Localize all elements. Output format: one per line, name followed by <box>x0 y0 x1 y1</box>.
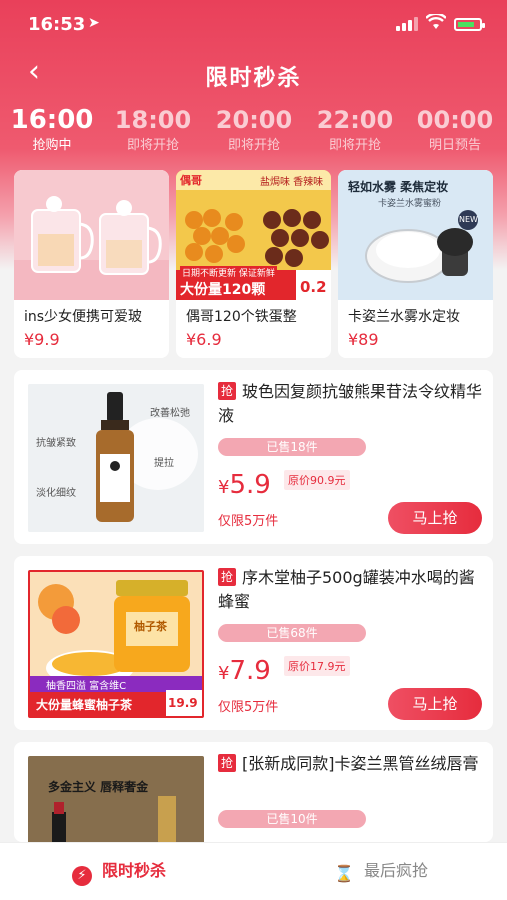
setting-powder-image: 轻如水雾 柔焦定妆 卡姿兰水雾蜜粉 NEW <box>338 170 493 300</box>
serum-text-r2: 提拉 <box>154 458 174 469</box>
tab-2000[interactable]: 20:00 即将开抢 <box>204 104 304 156</box>
tab-time: 20:00 <box>215 106 293 134</box>
glass-cup-image <box>14 170 169 300</box>
deal-title: 抢玻色因复颜抗皱熊果苷法令纹精华液 <box>218 380 488 428</box>
featured-price: ¥89 <box>348 330 379 349</box>
bottom-tab-bar: ⚡ 限时秒杀 ⌛ 最后疯抢 <box>0 842 507 900</box>
tab-status: 即将开抢 <box>126 138 179 153</box>
honey-price-text: 19.9 <box>168 696 198 710</box>
powder-badge-text: NEW <box>459 215 478 224</box>
featured-price: ¥6.9 <box>186 330 222 349</box>
sold-count-badge: 已售10件 <box>218 810 366 828</box>
serum-text-l2: 淡化细纹 <box>36 488 76 499</box>
tab-1600[interactable]: 16:00 抢购中 <box>2 104 102 156</box>
currency-symbol: ¥ <box>218 663 230 684</box>
original-price: 原价17.9元 <box>284 656 350 676</box>
location-icon: ➤ <box>88 15 100 31</box>
eggs-brand-text: 偶哥 <box>180 174 202 187</box>
serum-bottle-image: 抗皱紧致 淡化细纹 改善松弛 提拉 <box>28 384 204 532</box>
lightning-icon: ⚡ <box>72 866 92 886</box>
featured-name: 偶哥120个铁蛋整 <box>186 309 297 325</box>
deal-title-text: 玻色因复颜抗皱熊果苷法令纹精华液 <box>218 382 483 425</box>
grab-badge: 抢 <box>218 568 236 586</box>
honey-strip-text: 柚香四溢 富含维C <box>46 681 127 692</box>
powder-sub-text: 卡姿兰水雾蜜粉 <box>378 199 442 209</box>
tab-last-rush[interactable]: ⌛ 最后疯抢 <box>334 857 428 884</box>
powder-headline-text: 轻如水雾 柔焦定妆 <box>348 180 449 194</box>
tab-2200[interactable]: 22:00 即将开抢 <box>305 104 405 156</box>
tab-status: 即将开抢 <box>328 138 381 153</box>
battery-icon <box>454 18 485 31</box>
deal-title: 抢 [张新成同款]卡姿兰黑管丝绒唇膏 <box>218 752 488 776</box>
serum-text-r1: 改善松弛 <box>150 408 190 419</box>
deal-price: ¥5.9 <box>218 470 271 500</box>
deal-price: ¥7.9 <box>218 656 271 686</box>
tab-status: 明日预告 <box>428 138 481 153</box>
deal-title: 抢序木堂柚子500g罐装冲水喝的酱蜂蜜 <box>218 566 488 614</box>
sold-count-badge: 已售18件 <box>218 438 366 456</box>
currency-symbol: ¥ <box>218 477 230 498</box>
tab-time: 16:00 <box>10 105 94 135</box>
eggs-big-text: 大份量120颗 <box>180 282 266 298</box>
deal-card[interactable]: 多金主义 唇释奢金 抢 [张新成同款]卡姿兰黑管丝绒唇膏 已售10件 <box>14 742 493 842</box>
lipstick-headline-text: 多金主义 唇释奢金 <box>48 780 149 794</box>
deal-card[interactable]: 柚子茶 柚香四溢 富含维C 大份量蜂蜜柚子茶 19.9 抢序木堂柚子500g罐装… <box>14 556 493 730</box>
tab-label: 最后疯抢 <box>364 861 429 880</box>
featured-card[interactable]: 轻如水雾 柔焦定妆 卡姿兰水雾蜜粉 NEW 卡姿兰水雾水定妆 ¥89 <box>338 170 493 358</box>
tab-0000[interactable]: 00:00 明日预告 <box>405 104 505 156</box>
iron-eggs-image: 偶哥 盐焗味 香辣味 日期不断更新 保证新鲜 大份量120颗 0.2 <box>176 170 331 300</box>
tab-status: 即将开抢 <box>227 138 280 153</box>
original-price: 原价90.9元 <box>284 470 350 490</box>
stock-limit: 仅限5万件 <box>218 514 279 529</box>
nav-bar: ‹ 限时秒杀 <box>0 50 507 96</box>
signal-icon <box>396 17 418 31</box>
wifi-icon <box>425 12 447 34</box>
tab-time: 22:00 <box>316 106 394 134</box>
deal-card[interactable]: 抗皱紧致 淡化细纹 改善松弛 提拉 抢玻色因复颜抗皱熊果苷法令纹精华液 已售18… <box>14 370 493 544</box>
status-bar: 16:53 ➤ <box>0 0 507 48</box>
featured-name: ins少女便携可爱玻 <box>24 309 143 325</box>
stock-limit: 仅限5万件 <box>218 700 279 715</box>
tab-time: 18:00 <box>114 106 192 134</box>
buy-now-button[interactable]: 马上抢 <box>388 688 482 720</box>
serum-text-l1: 抗皱紧致 <box>36 438 76 449</box>
deal-title-text: [张新成同款]卡姿兰黑管丝绒唇膏 <box>242 754 479 773</box>
featured-card[interactable]: 偶哥 盐焗味 香辣味 日期不断更新 保证新鲜 大份量120颗 0.2 偶哥120… <box>176 170 331 358</box>
sold-count-badge: 已售68件 <box>218 624 366 642</box>
page-title: 限时秒杀 <box>205 66 302 91</box>
buy-now-button[interactable]: 马上抢 <box>388 502 482 534</box>
honey-jar-image: 柚子茶 柚香四溢 富含维C 大份量蜂蜜柚子茶 19.9 <box>28 570 204 718</box>
grab-badge: 抢 <box>218 754 236 772</box>
status-time: 16:53 <box>28 14 86 35</box>
tab-time: 00:00 <box>416 106 494 134</box>
tab-status: 抢购中 <box>32 138 72 153</box>
tab-flash-sale[interactable]: ⚡ 限时秒杀 <box>72 857 166 886</box>
price-value: 7.9 <box>229 656 271 686</box>
featured-name: 卡姿兰水雾水定妆 <box>348 309 460 325</box>
grab-badge: 抢 <box>218 382 236 400</box>
tab-1800[interactable]: 18:00 即将开抢 <box>103 104 203 156</box>
deal-title-text: 序木堂柚子500g罐装冲水喝的酱蜂蜜 <box>218 568 475 611</box>
featured-price: ¥9.9 <box>24 330 60 349</box>
price-value: 5.9 <box>229 470 271 500</box>
lipstick-image: 多金主义 唇释奢金 <box>28 756 204 842</box>
eggs-price-text: 0.2 <box>300 278 327 296</box>
featured-card[interactable]: ins少女便携可爱玻 ¥9.9 <box>14 170 169 358</box>
eggs-flavor-text: 盐焗味 香辣味 <box>260 177 324 188</box>
honey-big-text: 大份量蜂蜜柚子茶 <box>36 698 133 712</box>
time-tabs: 16:00 抢购中 18:00 即将开抢 20:00 即将开抢 22:00 即将… <box>0 104 507 164</box>
eggs-promo-text: 日期不断更新 保证新鲜 <box>180 266 277 279</box>
hourglass-icon: ⌛ <box>334 864 354 883</box>
tab-label: 限时秒杀 <box>102 861 167 880</box>
honey-jar-text: 柚子茶 <box>134 620 167 633</box>
